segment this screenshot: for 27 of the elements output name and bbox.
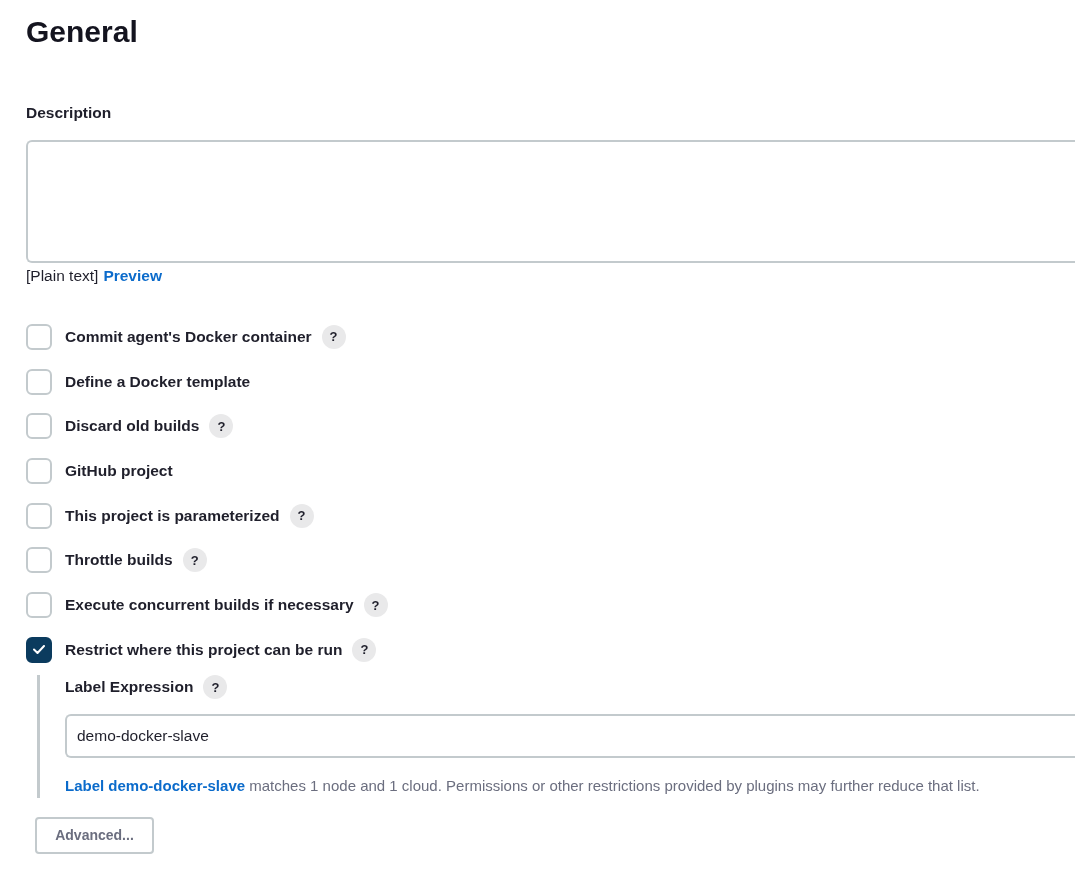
option-label: Throttle builds	[65, 550, 173, 571]
label-link[interactable]: Label demo-docker-slave	[65, 777, 246, 795]
checkbox[interactable]	[26, 636, 52, 663]
preview-link[interactable]: Preview	[103, 264, 162, 288]
label-match-message: Label demo-docker-slave matches 1 node and 1 cloud. Permissions or other restrictions provided by plugins may further reduce that list.	[65, 776, 980, 797]
help-button[interactable]: ?	[289, 503, 314, 528]
option-label: Execute concurrent builds if necessary	[65, 595, 354, 616]
description-label: Description	[26, 103, 112, 123]
option-label: Commit agent's Docker container	[65, 326, 312, 347]
option-label: GitHub project	[65, 461, 173, 481]
help-button[interactable]: ?	[321, 324, 346, 349]
help-button[interactable]: ?	[209, 414, 234, 439]
help-button[interactable]: ?	[203, 675, 228, 700]
format-note: [Plain text]	[26, 266, 99, 287]
section-heading: General	[26, 14, 138, 50]
option-label: Discard old builds	[65, 416, 200, 437]
help-button[interactable]: ?	[352, 637, 377, 662]
option-label: Define a Docker template	[65, 371, 251, 392]
field-label: Label Expression	[65, 677, 194, 698]
option-label: Restrict where this project can be run	[65, 639, 343, 660]
option-label: This project is parameterized	[65, 505, 280, 526]
description-field[interactable]	[26, 140, 1075, 263]
label-expression-field[interactable]: demo-docker-slave	[65, 714, 1075, 759]
help-button[interactable]: ?	[363, 593, 388, 618]
checkmark-icon	[33, 645, 45, 655]
help-button[interactable]: ?	[182, 548, 207, 573]
advanced-button[interactable]: Advanced...	[35, 817, 154, 855]
